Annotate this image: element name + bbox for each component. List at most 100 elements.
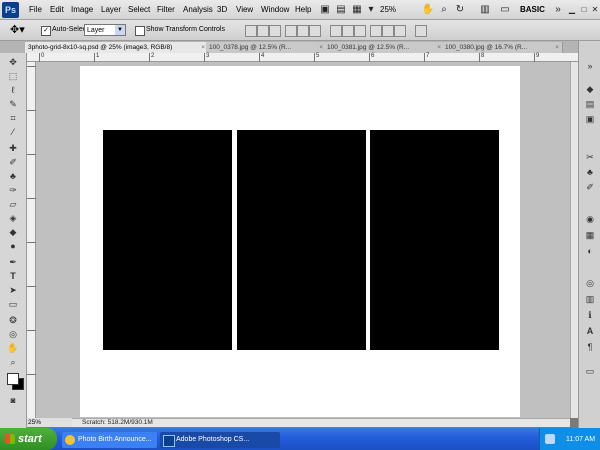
shape-icon[interactable]: ▭ bbox=[6, 298, 20, 311]
healing-brush-icon[interactable]: ✚ bbox=[6, 142, 20, 155]
rotate-view-icon[interactable]: ↻ bbox=[453, 3, 467, 17]
lasso-icon[interactable]: ℓ bbox=[6, 84, 20, 97]
styles-icon[interactable]: ◉ bbox=[584, 213, 596, 225]
eraser-icon[interactable]: ▱ bbox=[6, 198, 20, 211]
brush-icon[interactable]: ✐ bbox=[6, 156, 20, 169]
distribute-top-icon[interactable] bbox=[330, 25, 342, 37]
adjustments-icon[interactable]: ◐ bbox=[584, 245, 596, 257]
taskbar-item-browser[interactable]: Photo Birth Announce... bbox=[62, 432, 157, 448]
path-select-icon[interactable]: ➤ bbox=[6, 284, 20, 297]
foreground-color-swatch[interactable] bbox=[7, 373, 19, 385]
quick-select-icon[interactable]: ✎ bbox=[6, 98, 20, 111]
channels-icon[interactable]: ▤ bbox=[584, 98, 596, 110]
screen-mode-icon[interactable]: ▭ bbox=[498, 3, 512, 17]
layers-icon[interactable]: ◆ bbox=[584, 83, 596, 95]
tools-presets-icon[interactable]: ✂ bbox=[584, 151, 596, 163]
close-icon[interactable]: ✕ bbox=[588, 3, 600, 17]
pen-icon[interactable]: ✒ bbox=[6, 256, 20, 269]
close-icon[interactable]: × bbox=[437, 42, 441, 53]
collapse-panels-icon[interactable]: » bbox=[584, 60, 596, 72]
menu-window[interactable]: Window bbox=[261, 5, 289, 14]
clone-source-icon[interactable]: ♣ bbox=[584, 166, 596, 178]
dodge-icon[interactable]: ● bbox=[6, 240, 20, 253]
transform-controls-checkbox[interactable] bbox=[135, 26, 145, 36]
tab-100-0378[interactable]: 100_0378.jpg @ 12.5% (R... × bbox=[206, 42, 327, 53]
swatches-icon[interactable]: ▦ bbox=[584, 229, 596, 241]
photo-placeholder-3[interactable] bbox=[370, 130, 499, 350]
workspace-dropdown-icon[interactable]: » bbox=[551, 3, 565, 17]
tab-100-0380[interactable]: 100_0380.jpg @ 16.7% (R... × bbox=[442, 42, 563, 53]
align-right-icon[interactable] bbox=[309, 25, 321, 37]
paragraph-icon[interactable]: ¶ bbox=[584, 341, 596, 353]
clock: 11:07 AM bbox=[566, 436, 596, 443]
menu-select[interactable]: Select bbox=[128, 5, 150, 14]
network-icon[interactable] bbox=[545, 434, 555, 444]
zoom-tool-icon[interactable]: ⌕ bbox=[437, 3, 451, 17]
status-zoom[interactable]: 25% bbox=[28, 419, 41, 426]
menu-filter[interactable]: Filter bbox=[157, 5, 175, 14]
distribute-hcenter-icon[interactable] bbox=[382, 25, 394, 37]
menu-view[interactable]: View bbox=[236, 5, 253, 14]
history-brush-icon[interactable]: ✑ bbox=[6, 184, 20, 197]
type-icon[interactable]: T bbox=[6, 270, 20, 283]
eyedropper-icon[interactable]: ⁄ bbox=[6, 126, 20, 139]
menu-help[interactable]: Help bbox=[295, 5, 311, 14]
zoom-dropdown-icon[interactable]: ▾ bbox=[364, 3, 378, 17]
status-scratch: Scratch: 518.2M/930.1M bbox=[82, 419, 153, 426]
menu-image[interactable]: Image bbox=[71, 5, 93, 14]
auto-select-checkbox[interactable]: ✓ bbox=[41, 26, 51, 36]
align-vcenter-icon[interactable] bbox=[257, 25, 269, 37]
menu-layer[interactable]: Layer bbox=[101, 5, 121, 14]
hand-icon[interactable]: ✋ bbox=[6, 342, 20, 355]
zoom-icon[interactable]: ⌕ bbox=[6, 356, 20, 369]
start-button[interactable]: start bbox=[0, 428, 57, 450]
bridge-icon[interactable]: ▣ bbox=[318, 3, 332, 17]
zoom-level[interactable]: 25% bbox=[380, 5, 396, 14]
distribute-bottom-icon[interactable] bbox=[354, 25, 366, 37]
auto-align-icon[interactable] bbox=[415, 25, 427, 37]
menu-3d[interactable]: 3D bbox=[217, 5, 227, 14]
3d-rotate-icon[interactable]: ❂ bbox=[6, 314, 20, 327]
move-icon[interactable]: ✥ bbox=[6, 56, 20, 69]
crop-icon[interactable]: ⌗ bbox=[6, 112, 20, 125]
close-icon[interactable]: × bbox=[319, 42, 323, 53]
close-icon[interactable]: × bbox=[201, 42, 205, 53]
photo-placeholder-1[interactable] bbox=[103, 130, 232, 350]
align-hcenter-icon[interactable] bbox=[297, 25, 309, 37]
distribute-right-icon[interactable] bbox=[394, 25, 406, 37]
move-tool-preset-icon[interactable]: ✥▾ bbox=[10, 23, 25, 36]
3d-orbit-icon[interactable]: ◎ bbox=[6, 328, 20, 341]
workspace-switcher[interactable]: BASIC bbox=[520, 5, 545, 14]
info-icon[interactable]: ℹ bbox=[584, 309, 596, 321]
minibridge-icon[interactable]: ▤ bbox=[334, 3, 348, 17]
marquee-icon[interactable]: ⬚ bbox=[6, 70, 20, 83]
brushes-icon[interactable]: ✐ bbox=[584, 181, 596, 193]
notes-icon[interactable]: ▭ bbox=[584, 365, 596, 377]
tab-3photo-grid[interactable]: 3photo-grid-8x10-sq.psd @ 25% (image3, R… bbox=[25, 42, 209, 53]
character-icon[interactable]: A bbox=[584, 325, 596, 337]
menu-file[interactable]: File bbox=[29, 5, 42, 14]
close-icon[interactable]: × bbox=[555, 42, 559, 53]
auto-select-dropdown[interactable]: Layer ▼ bbox=[84, 24, 126, 36]
arrange-documents-icon[interactable]: ▥ bbox=[478, 3, 492, 17]
taskbar-item-photoshop[interactable]: Adobe Photoshop CS... bbox=[160, 432, 280, 448]
paths-icon[interactable]: ▣ bbox=[584, 113, 596, 125]
align-bottom-icon[interactable] bbox=[269, 25, 281, 37]
hand-tool-icon[interactable]: ✋ bbox=[421, 3, 435, 17]
extras-icon[interactable]: ▦ bbox=[350, 3, 364, 17]
clone-stamp-icon[interactable]: ♣ bbox=[6, 170, 20, 183]
blur-icon[interactable]: ◆ bbox=[6, 226, 20, 239]
histogram-icon[interactable]: ▥ bbox=[584, 293, 596, 305]
photo-placeholder-2[interactable] bbox=[237, 130, 366, 350]
tab-100-0381[interactable]: 100_0381.jpg @ 12.5% (R... × bbox=[324, 42, 445, 53]
distribute-left-icon[interactable] bbox=[370, 25, 382, 37]
menu-analysis[interactable]: Analysis bbox=[183, 5, 213, 14]
paint-bucket-icon[interactable]: ◈ bbox=[6, 212, 20, 225]
menu-edit[interactable]: Edit bbox=[50, 5, 64, 14]
quick-mask-icon[interactable]: ◙ bbox=[6, 394, 20, 407]
vertical-scrollbar[interactable] bbox=[570, 62, 578, 418]
distribute-vcenter-icon[interactable] bbox=[342, 25, 354, 37]
masks-icon[interactable]: ◎ bbox=[584, 277, 596, 289]
align-top-icon[interactable] bbox=[245, 25, 257, 37]
align-left-icon[interactable] bbox=[285, 25, 297, 37]
